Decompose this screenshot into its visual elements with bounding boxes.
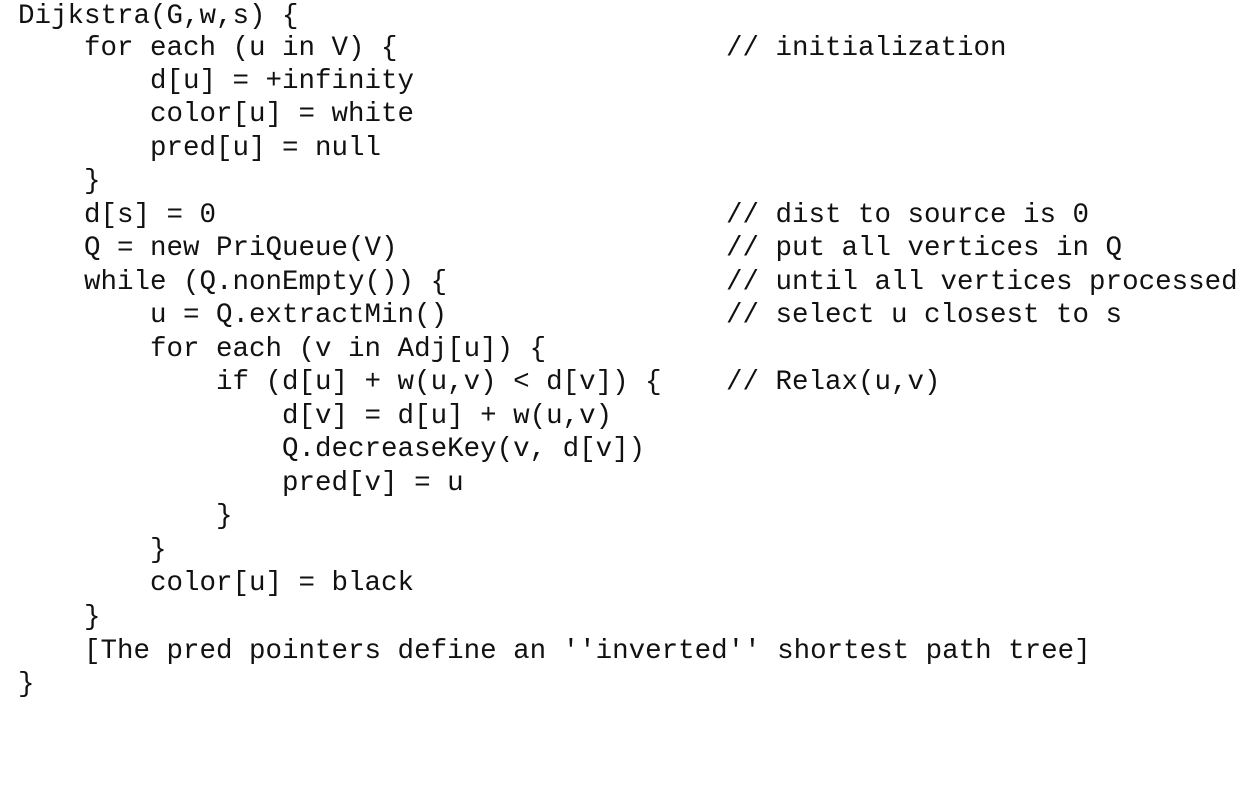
- code-text: d[v] = d[u] + w(u,v): [18, 401, 613, 432]
- code-text: for each (v in Adj[u]) {: [18, 334, 547, 365]
- code-text: d[s] = 0: [18, 200, 217, 231]
- code-comment: // select u closest to s: [726, 300, 1123, 331]
- code-comment: // until all vertices processed: [726, 267, 1238, 298]
- code-comment: // Relax(u,v): [726, 367, 941, 398]
- code-line: }: [18, 601, 101, 635]
- code-line: u = Q.extractMin() // select u closest t…: [18, 299, 1122, 333]
- code-comment: // put all vertices in Q: [726, 233, 1123, 264]
- code-line: Q = new PriQueue(V) // put all vertices …: [18, 232, 1122, 266]
- code-text: }: [18, 501, 233, 532]
- code-comment: // initialization: [726, 33, 1007, 64]
- code-text: pred[u] = null: [18, 133, 382, 164]
- code-line: d[v] = d[u] + w(u,v): [18, 400, 612, 434]
- code-line: pred[v] = u: [18, 467, 464, 501]
- code-line: }: [18, 668, 84, 702]
- code-line: while (Q.nonEmpty()) { // until all vert…: [18, 266, 1238, 300]
- code-text: [The pred pointers define an ''inverted'…: [18, 636, 1091, 667]
- code-line: color[u] = white: [18, 98, 414, 132]
- code-text: while (Q.nonEmpty()) {: [18, 267, 448, 298]
- code-text: if (d[u] + w(u,v) < d[v]) {: [18, 367, 662, 398]
- code-text: }: [18, 602, 101, 633]
- code-comment: // dist to source is 0: [726, 200, 1090, 231]
- code-text: Q = new PriQueue(V): [18, 233, 398, 264]
- code-text: for each (u in V) {: [18, 33, 398, 64]
- code-line: }: [18, 500, 233, 534]
- code-listing: Dijkstra(G,w,s) { for each (u in V) { //…: [18, 0, 1248, 704]
- code-text: color[u] = white: [18, 99, 415, 130]
- code-line: }: [18, 534, 167, 568]
- code-line: Q.decreaseKey(v, d[v]): [18, 433, 645, 467]
- code-text: }: [18, 535, 167, 566]
- code-text: Q.decreaseKey(v, d[v]): [18, 434, 646, 465]
- code-text: u = Q.extractMin(): [18, 300, 448, 331]
- code-line: Dijkstra(G,w,s) {: [18, 0, 299, 34]
- code-line: for each (u in V) { // initialization: [18, 32, 1007, 66]
- code-line: pred[u] = null: [18, 132, 381, 166]
- code-text: color[u] = black: [18, 568, 415, 599]
- code-text: }: [18, 166, 101, 197]
- code-line: color[u] = black: [18, 567, 414, 601]
- code-line: }: [18, 165, 101, 199]
- code-line: [The pred pointers define an ''inverted'…: [18, 635, 1091, 669]
- code-text: pred[v] = u: [18, 468, 464, 499]
- code-text: Dijkstra(G,w,s) {: [18, 1, 299, 32]
- code-line: if (d[u] + w(u,v) < d[v]) { // Relax(u,v…: [18, 366, 941, 400]
- code-text: }: [18, 669, 35, 700]
- code-line: d[u] = +infinity: [18, 65, 414, 99]
- code-text: d[u] = +infinity: [18, 66, 415, 97]
- code-line: d[s] = 0 // dist to source is 0: [18, 199, 1089, 233]
- code-line: for each (v in Adj[u]) {: [18, 333, 546, 367]
